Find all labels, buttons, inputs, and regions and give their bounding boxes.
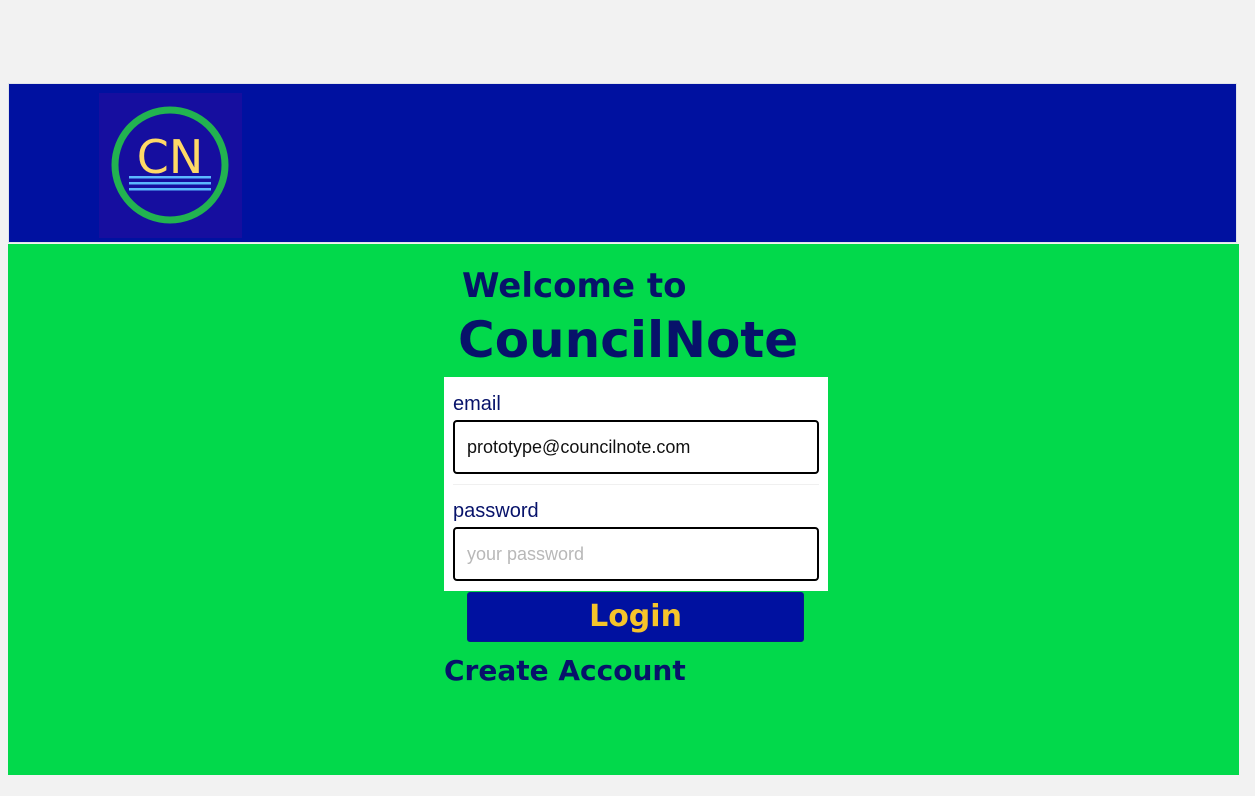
login-area: Welcome to CouncilNote email password Lo… — [8, 244, 1239, 775]
app-frame: CN Welcome to CouncilNote email password… — [8, 83, 1239, 775]
create-account-link[interactable]: Create Account — [444, 654, 686, 688]
login-form: email password — [444, 377, 828, 591]
logo-icon: CN — [111, 106, 229, 224]
field-divider — [453, 484, 819, 485]
header-bar: CN — [8, 83, 1237, 243]
welcome-heading: Welcome to — [462, 266, 687, 306]
email-label: email — [453, 393, 501, 415]
password-field[interactable] — [453, 527, 819, 581]
app-name-heading: CouncilNote — [458, 311, 799, 369]
password-label: password — [453, 500, 539, 522]
login-button[interactable]: Login — [467, 592, 804, 642]
logo-letters: CN — [137, 130, 204, 184]
councilnote-logo: CN — [99, 93, 242, 238]
email-field[interactable] — [453, 420, 819, 474]
